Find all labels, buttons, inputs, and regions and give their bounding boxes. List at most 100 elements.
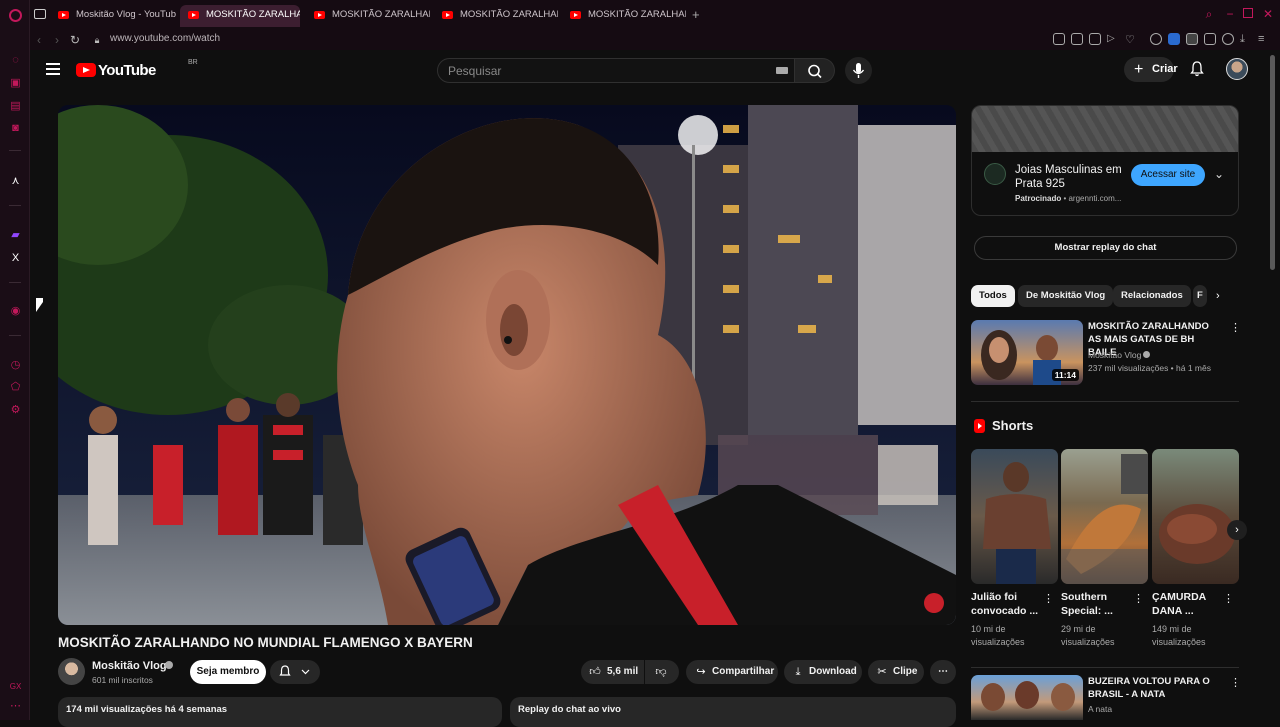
short-title-1[interactable]: Julião foi convocado ... [971, 590, 1043, 618]
opera-logo-icon[interactable] [9, 9, 22, 22]
more-vertical-icon[interactable]: ⋮ [1230, 321, 1241, 335]
chevron-right-icon[interactable]: › [1216, 290, 1228, 302]
send-icon[interactable]: ▷ [1107, 33, 1119, 45]
shield-icon[interactable] [1089, 33, 1101, 45]
tab-5[interactable]: MOSKITÃO ZARALHANDO [562, 5, 686, 27]
short-image [1159, 504, 1235, 564]
page-scrollbar[interactable] [1270, 55, 1275, 270]
chip-truncated[interactable]: F [1193, 285, 1207, 307]
subscription-notifications-button[interactable] [270, 660, 320, 684]
video-player[interactable] [58, 105, 956, 625]
more-vertical-icon[interactable]: ⋮ [1223, 592, 1234, 606]
ad-banner-image[interactable] [972, 106, 1238, 152]
subscriber-count: 601 mil inscritos [92, 675, 153, 685]
more-vertical-icon[interactable]: ⋮ [1133, 592, 1144, 606]
recommendation-thumbnail[interactable] [971, 675, 1083, 720]
profile-icon[interactable] [1222, 33, 1234, 45]
recommendation-thumbnail[interactable]: 11:14 [971, 320, 1083, 385]
messenger-icon[interactable]: ▤ [9, 100, 22, 113]
twitch-icon[interactable]: ▰ [9, 229, 22, 242]
short-thumbnail-2[interactable] [1061, 449, 1148, 584]
chip-related[interactable]: Relacionados [1113, 285, 1191, 307]
short-views-2: 29 mi de visualizações [1061, 624, 1115, 647]
back-icon[interactable]: ‹ [32, 33, 46, 47]
share-button[interactable]: ↪ Compartilhar [686, 660, 778, 684]
ad-title[interactable]: Joias Masculinas em Prata 925 [1015, 163, 1127, 191]
more-vertical-icon[interactable]: ⋮ [1043, 592, 1054, 606]
show-chat-replay-button[interactable]: Mostrar replay do chat [974, 236, 1237, 260]
short-thumbnail-3[interactable] [1152, 449, 1239, 584]
download-icon[interactable]: ⤓ [1240, 33, 1252, 45]
extensions-icon[interactable]: ⬠ [9, 381, 22, 394]
screenshot-icon[interactable] [1071, 33, 1083, 45]
thumbs-up-icon: 👍︎ [589, 666, 601, 678]
more-vertical-icon[interactable]: ⋮ [1230, 676, 1241, 690]
short-views-1: 10 mi de visualizações [971, 624, 1025, 647]
recommendation-title[interactable]: BUZEIRA VOLTOU PARA O BRASIL - A NATA [1088, 675, 1218, 701]
clip-button[interactable]: ✂ Clipe [868, 660, 924, 684]
minimize-icon[interactable]: − [1224, 8, 1236, 20]
shorts-next-button[interactable]: › [1227, 520, 1247, 540]
extension-2-icon[interactable] [1168, 33, 1180, 45]
settings-icon[interactable]: ⚙ [9, 404, 22, 417]
short-title-3[interactable]: ÇAMURDA DANA ... [1152, 590, 1224, 618]
visit-site-button[interactable]: Acessar site [1131, 164, 1205, 186]
dislike-button[interactable]: 👎︎ [645, 660, 679, 684]
new-tab-icon[interactable]: + [692, 7, 704, 22]
chevron-down-icon[interactable]: ⌄ [1214, 167, 1228, 181]
maximize-icon[interactable] [1243, 8, 1253, 18]
join-button[interactable]: Seja membro [190, 660, 266, 684]
sidebar-divider [9, 282, 21, 283]
pin-icon[interactable] [1053, 33, 1065, 45]
notifications-bell-icon[interactable] [1190, 61, 1204, 77]
short-title-2[interactable]: Southern Special: ... [1061, 590, 1133, 618]
tab-menu-icon[interactable] [34, 9, 46, 19]
forward-icon[interactable]: › [50, 33, 64, 47]
hamburger-menu-icon[interactable] [46, 63, 60, 75]
download-button[interactable]: ⤓ Download [784, 660, 862, 684]
tab-2[interactable]: MOSKITÃO ZARALHA [180, 5, 300, 27]
like-button[interactable]: 👍︎ 5,6 mil [581, 660, 644, 684]
tab-3[interactable]: MOSKITÃO ZARALHANDO [306, 5, 430, 27]
x-twitter-icon[interactable]: X [9, 252, 22, 265]
lock-icon: 🔒︎ [94, 35, 100, 45]
heart-icon[interactable]: ♡ [1125, 33, 1137, 46]
description-box[interactable]: 174 mil visualizações há 4 semanas [58, 697, 502, 727]
more-icon[interactable]: ⋯ [9, 700, 22, 713]
extension-3-icon[interactable] [1186, 33, 1198, 45]
reload-icon[interactable]: ↻ [68, 33, 82, 47]
bag-icon[interactable]: ▣ [9, 77, 22, 90]
gx-icon[interactable]: GX [9, 680, 22, 693]
channel-avatar[interactable] [58, 658, 85, 685]
keyboard-icon[interactable] [776, 67, 788, 74]
extensions-puzzle-icon[interactable] [1204, 33, 1216, 45]
recommendation-channel[interactable]: Moskitão Vlog [1088, 349, 1141, 361]
search-button[interactable] [795, 58, 835, 83]
live-chat-replay[interactable]: Replay do chat ao vivo [510, 697, 956, 727]
tab-4[interactable]: MOSKITÃO ZARALHANDO [434, 5, 558, 27]
easy-setup-icon[interactable]: ≡ [1258, 33, 1270, 45]
sidebar-divider [9, 205, 21, 206]
view-stats: 174 mil visualizações há 4 semanas [66, 704, 228, 715]
voice-search-button[interactable] [845, 57, 872, 84]
recommendation-channel[interactable]: A nata [1088, 703, 1112, 715]
tab-1[interactable]: Moskitão Vlog - YouTube [50, 5, 176, 27]
more-actions-button[interactable]: ⋯ [930, 660, 956, 684]
create-button[interactable]: + Criar [1124, 57, 1178, 82]
chip-all[interactable]: Todos [971, 285, 1015, 307]
search-input[interactable] [448, 64, 748, 78]
account-avatar[interactable] [1226, 58, 1248, 80]
url-field[interactable]: www.youtube.com/watch [110, 33, 220, 44]
close-icon[interactable]: ✕ [1262, 8, 1274, 20]
extension-1-icon[interactable] [1150, 33, 1162, 45]
history-icon[interactable]: ◷ [9, 359, 22, 372]
aria-icon[interactable]: ◌ [9, 54, 22, 67]
channel-name[interactable]: Moskitão Vlog [92, 660, 167, 672]
player-icon[interactable]: ◉ [9, 305, 22, 318]
chip-channel[interactable]: De Moskitão Vlog [1018, 285, 1114, 307]
music-icon[interactable]: ◙ [9, 122, 22, 135]
search-tabs-icon[interactable]: ⌕ [1203, 8, 1215, 20]
ad-card[interactable]: Joias Masculinas em Prata 925 Patrocinad… [971, 105, 1239, 216]
workspace-icon[interactable]: ⋏ [9, 175, 22, 188]
short-thumbnail-1[interactable] [971, 449, 1058, 584]
